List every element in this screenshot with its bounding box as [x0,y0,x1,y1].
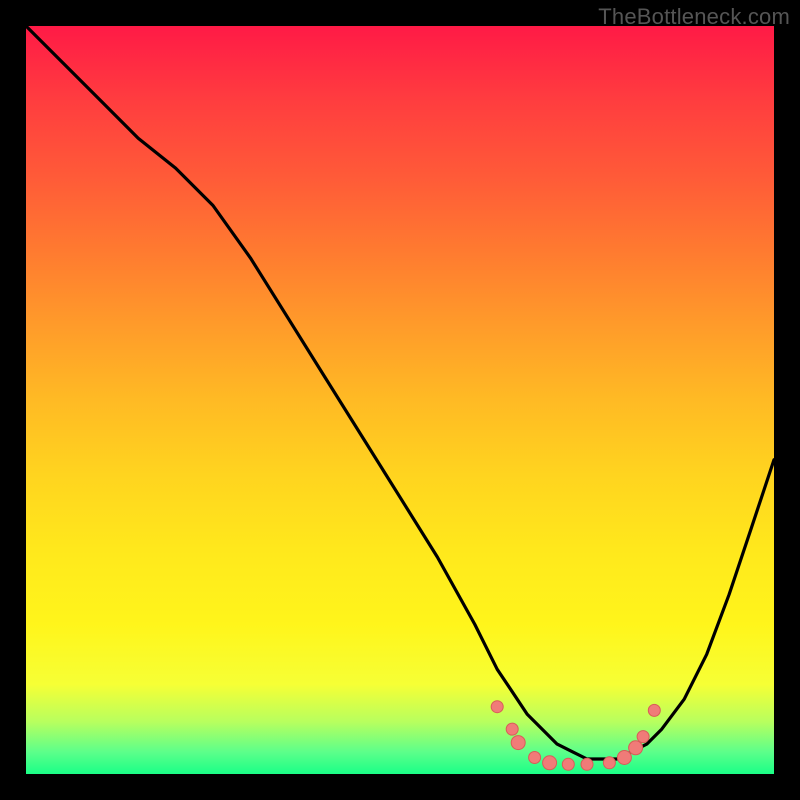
dot [617,751,631,765]
chart-svg [26,26,774,774]
dot [603,757,615,769]
near-minimum-dots [491,701,660,771]
bottleneck-line [26,26,774,759]
dot [491,701,503,713]
dot [629,741,643,755]
dot [648,704,660,716]
dot [581,758,593,770]
watermark-text: TheBottleneck.com [598,4,790,30]
outer-frame: TheBottleneck.com [0,0,800,800]
dot [506,723,518,735]
plot-area [26,26,774,774]
dot [637,731,649,743]
dot [529,752,541,764]
dot [562,758,574,770]
dot [543,756,557,770]
dot [511,736,525,750]
